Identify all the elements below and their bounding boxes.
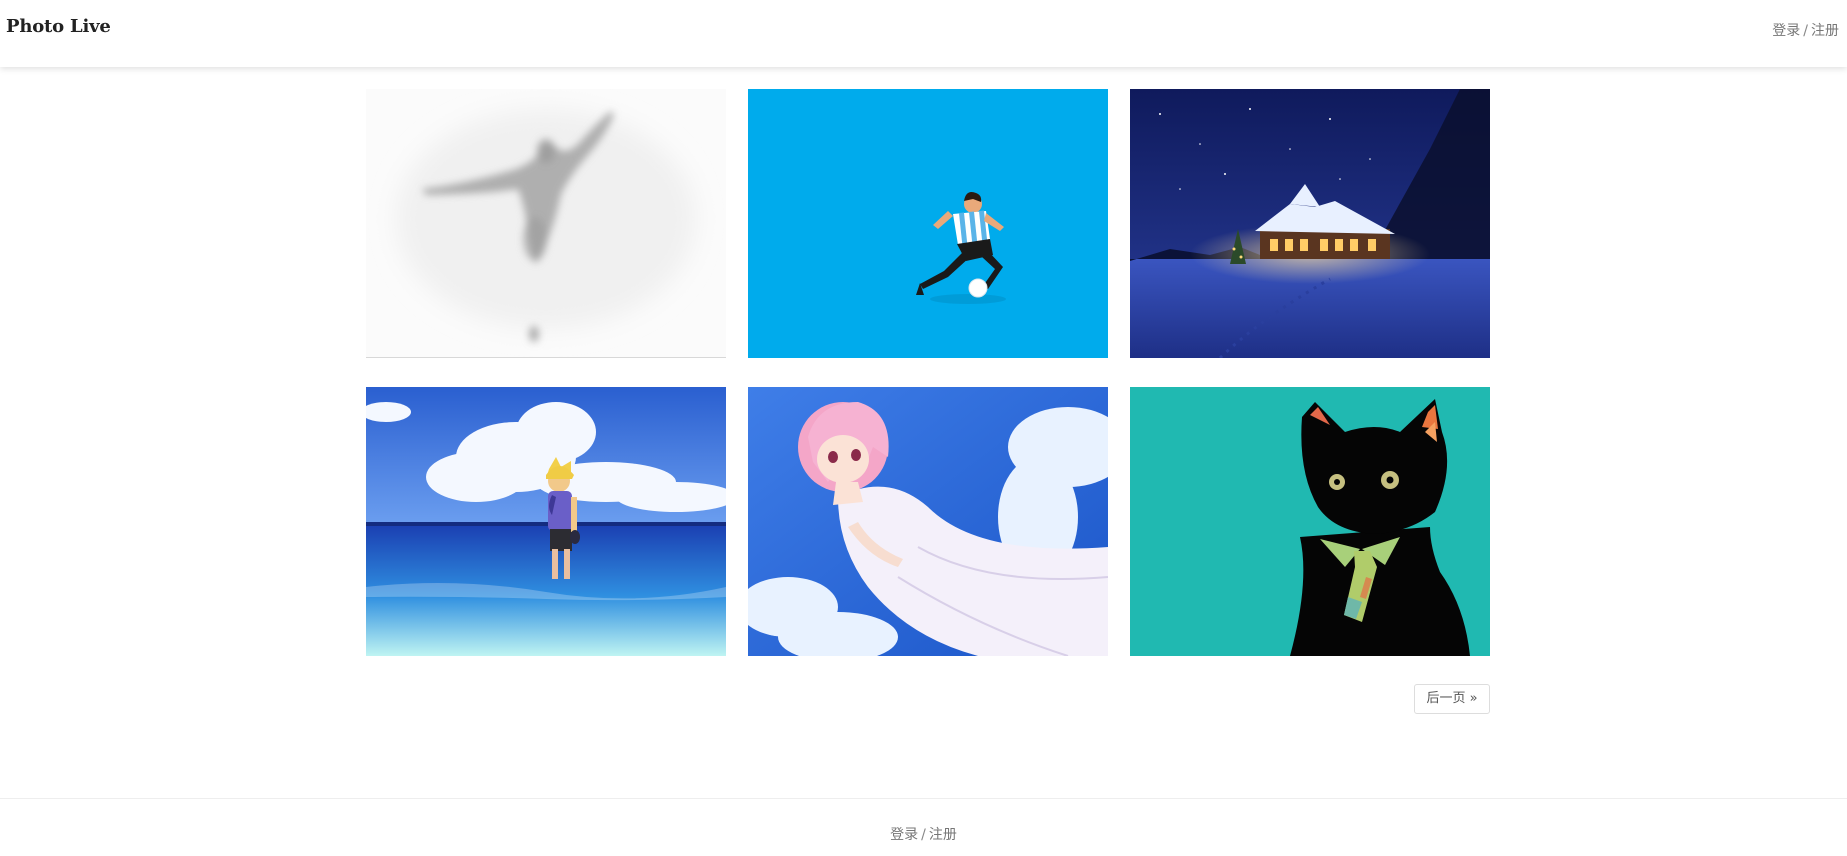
- brand-logo-link[interactable]: Photo Live: [6, 16, 111, 37]
- photo-tile-figure[interactable]: [366, 89, 726, 358]
- footer-login-link[interactable]: 登录: [890, 827, 918, 843]
- top-navbar: Photo Live 登录 / 注册: [0, 0, 1847, 67]
- photo-snow-house-image: [1130, 89, 1490, 358]
- login-link[interactable]: 登录: [1772, 23, 1800, 39]
- footer-register-link[interactable]: 注册: [929, 827, 957, 843]
- photo-grid: [366, 89, 1490, 656]
- auth-separator: /: [1803, 23, 1808, 39]
- header-auth-links: 登录 / 注册: [1772, 20, 1839, 40]
- photo-tile-sea-boy[interactable]: [366, 387, 726, 656]
- page-footer: 登录 / 注册: [0, 798, 1847, 856]
- footer-auth-links: 登录 / 注册: [0, 824, 1847, 844]
- photo-football-image: [748, 89, 1108, 358]
- photo-anime-girl-image: [748, 387, 1108, 656]
- photo-figure-image: [366, 89, 726, 358]
- photo-tile-football[interactable]: [748, 89, 1108, 358]
- photo-tile-snow-house[interactable]: [1130, 89, 1490, 358]
- photo-tile-anime-girl[interactable]: [748, 387, 1108, 656]
- register-link[interactable]: 注册: [1811, 23, 1839, 39]
- footer-auth-separator: /: [921, 827, 926, 843]
- photo-cat-image: [1130, 387, 1490, 656]
- photo-tile-cat[interactable]: [1130, 387, 1490, 656]
- photo-sea-boy-image: [366, 387, 726, 656]
- next-page-button[interactable]: 后一页 »: [1414, 684, 1490, 714]
